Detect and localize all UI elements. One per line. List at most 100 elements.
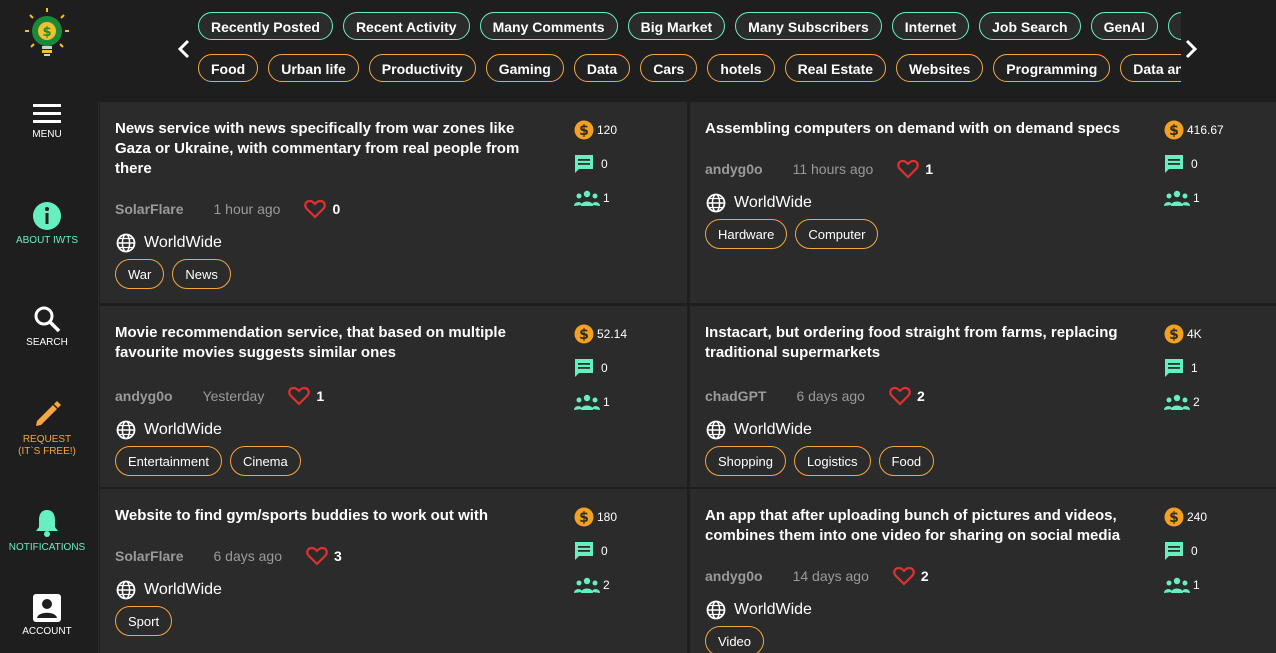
filter-chip[interactable]: Job Search [979,12,1081,40]
tag-chip[interactable]: Entertainment [115,446,222,476]
like-count: 0 [332,201,341,217]
idea-title[interactable]: An app that after uploading bunch of pic… [705,506,1125,546]
sidebar-item-menu[interactable]: MENU [0,103,94,141]
filter-chip[interactable]: Many Subscribers [735,12,882,40]
sidebar-item-search[interactable]: SEARCH [0,305,94,349]
author-name[interactable]: andyg0o [705,568,763,584]
filter-chip[interactable]: Productivity [368,54,476,82]
sidebar-item-notifications[interactable]: NOTIFICATIONS [0,508,94,554]
tag-chip[interactable]: Computer [795,219,879,249]
bell-icon [36,510,58,537]
idea-title[interactable]: News service with news specifically from… [115,119,535,179]
comment-icon [575,155,593,173]
idea-card[interactable]: Movie recommendation service, that based… [100,306,687,487]
svg-text:$: $ [1169,123,1179,139]
filter-chip[interactable]: Programming [993,54,1111,82]
filter-chip[interactable]: Recent Activity [342,12,470,40]
tag-chip[interactable]: War [115,259,165,289]
idea-meta: andyg0o Yesterday 1 [115,386,324,406]
comment-count: 1 [1191,361,1198,375]
filter-chip[interactable]: Cars [640,54,698,82]
sidebar-item-label: NOTIFICATIONS [8,542,86,553]
idea-title[interactable]: Instacart, but ordering food straight fr… [705,323,1125,363]
author-name[interactable]: SolarFlare [115,548,183,564]
idea-title[interactable]: Assembling computers on demand with on d… [705,119,1125,139]
idea-stats: $52.14 0 1 [574,324,654,426]
author-name[interactable]: andyg0o [115,388,173,404]
heart-icon [889,386,911,406]
filter-chip[interactable]: Data [573,54,631,82]
idea-card[interactable]: Assembling computers on demand with on d… [690,102,1276,303]
filter-bar: Recently Posted Recent Activity Many Comme… [98,0,1276,101]
idea-card[interactable]: Instacart, but ordering food straight fr… [690,306,1276,487]
subscriber-count: 1 [1193,578,1200,592]
scroll-right-button[interactable] [1178,36,1204,62]
scroll-left-button[interactable] [171,36,197,62]
tag-chip[interactable]: Food [878,446,935,476]
like-button[interactable]: 3 [306,546,342,566]
filter-chip[interactable]: Recently Posted [198,12,333,40]
tag-chip[interactable]: Hardware [705,219,788,249]
subscriber-count: 2 [1193,395,1200,409]
group-icon [574,190,600,206]
author-name[interactable]: chadGPT [705,388,766,404]
like-button[interactable]: 2 [889,386,925,406]
tag-chip[interactable]: Cinema [229,446,301,476]
market-stat: $52.14 [574,324,654,344]
idea-card[interactable]: An app that after uploading bunch of pic… [690,489,1276,653]
idea-title[interactable]: Movie recommendation service, that based… [115,323,535,363]
region: WorldWide [706,420,812,440]
like-button[interactable]: 2 [893,566,929,586]
idea-title[interactable]: Website to find gym/sports buddies to wo… [115,506,535,526]
idea-card[interactable]: Website to find gym/sports buddies to wo… [100,489,687,653]
svg-text:$: $ [579,510,589,526]
like-button[interactable]: 1 [897,159,933,179]
idea-meta: SolarFlare 1 hour ago 0 [115,199,340,219]
idea-stats: $240 0 1 [1164,507,1244,609]
svg-text:$: $ [42,25,51,40]
region-label: WorldWide [144,234,222,251]
market-value: 52.14 [597,327,628,341]
comments-stat: 0 [574,541,654,561]
coin-icon: $ [1164,324,1184,344]
market-value: 120 [597,123,618,137]
filter-chip[interactable]: Internet [891,12,970,40]
sidebar-item-account[interactable]: ACCOUNT [0,594,94,638]
lightbulb-dollar-logo-icon[interactable]: $ [24,7,70,57]
filter-chip[interactable]: Big Market [627,12,726,40]
info-icon [33,202,61,230]
filter-chip[interactable]: Urban life [268,54,359,82]
filter-chip[interactable]: Websites [896,54,984,82]
like-button[interactable]: 0 [304,199,340,219]
tag-chip[interactable]: News [172,259,231,289]
market-stat: $240 [1164,507,1244,527]
coin-icon: $ [574,324,594,344]
sidebar-item-request[interactable]: REQUEST (IT`S FREE!) [0,400,94,458]
filter-chip[interactable]: hotels [707,54,775,82]
tag-chip[interactable]: Video [705,626,765,653]
market-stat: $120 [574,120,654,140]
market-stat: $180 [574,507,654,527]
filter-chip[interactable]: Real Estate [784,54,887,82]
idea-card[interactable]: News service with news specifically from… [100,102,687,303]
author-name[interactable]: andyg0o [705,161,763,177]
sidebar-item-label: MENU [32,129,62,140]
idea-meta: andyg0o 11 hours ago 1 [705,159,933,179]
filter-chip[interactable]: GenAI [1090,12,1158,40]
idea-meta: SolarFlare 6 days ago 3 [115,546,342,566]
heart-icon [304,199,327,219]
market-value: 416.67 [1187,123,1224,137]
heart-icon [893,566,915,586]
tag-chip[interactable]: Shopping [705,446,786,476]
tag-chip[interactable]: Sport [115,606,173,636]
filter-chip[interactable]: Data and [1120,54,1181,82]
filter-chip[interactable]: Food [198,54,259,82]
author-name[interactable]: SolarFlare [115,201,183,217]
like-count: 1 [316,388,325,404]
filter-chip[interactable]: Many Comments [479,12,618,40]
filter-chip[interactable]: Gaming [485,54,564,82]
sidebar-item-about[interactable]: ABOUT IWTS [0,201,94,247]
region-label: WorldWide [144,581,222,598]
like-button[interactable]: 1 [288,386,324,406]
tag-chip[interactable]: Logistics [793,446,871,476]
